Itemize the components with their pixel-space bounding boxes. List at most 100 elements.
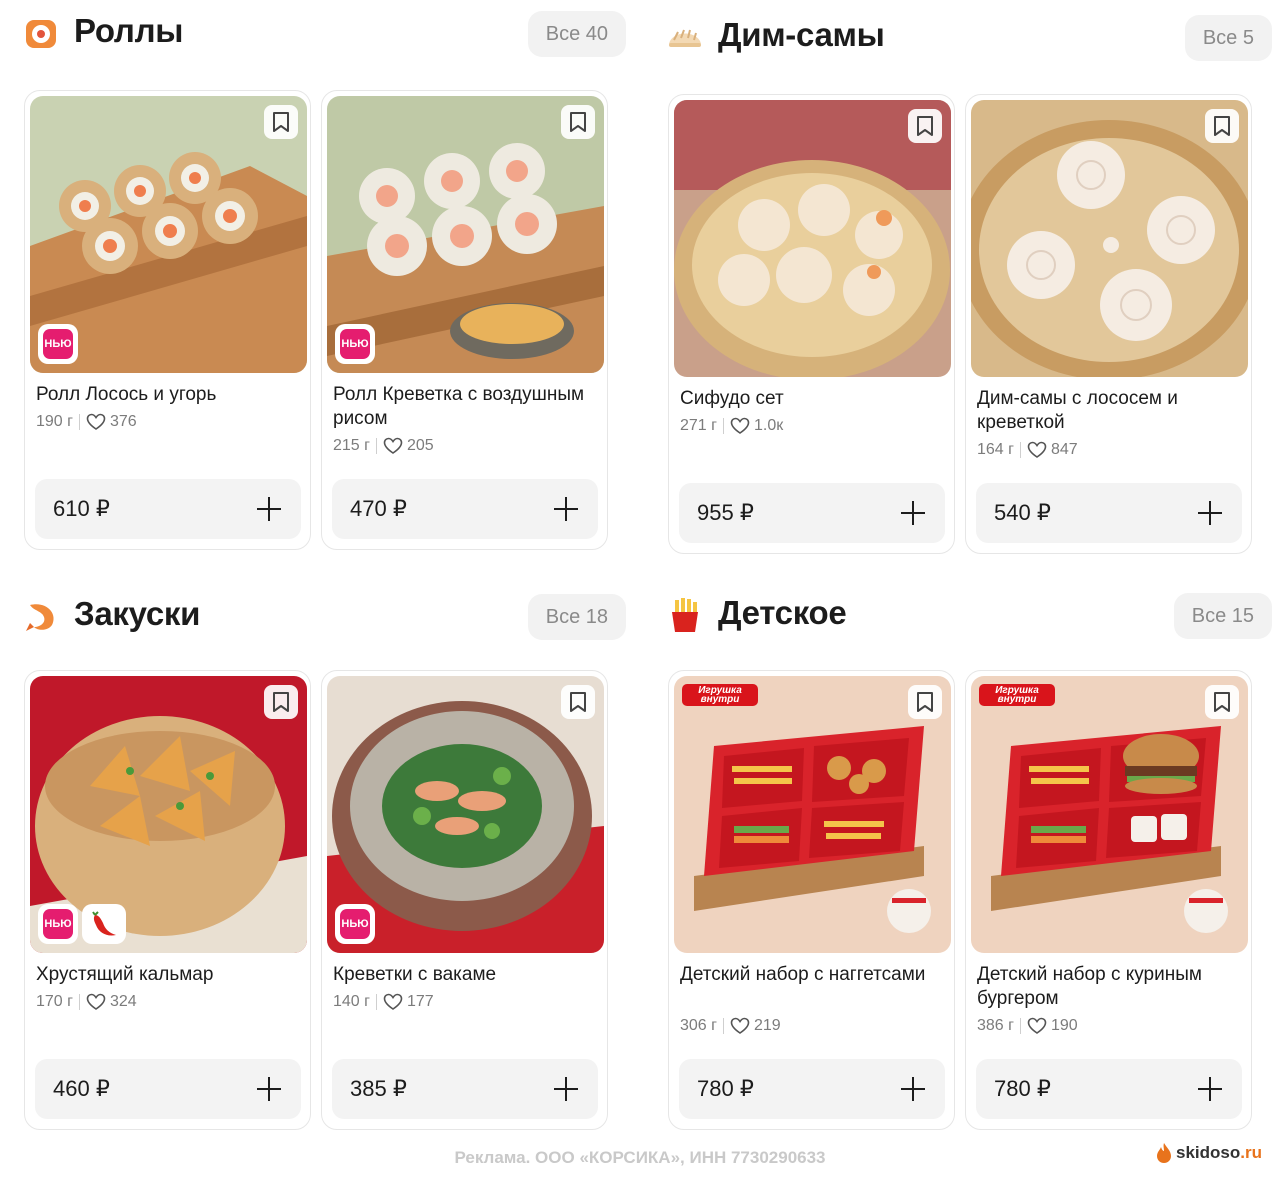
product-price: 610 ₽ [53,496,110,521]
product-likes: 324 [109,993,137,1010]
product-name: Креветки с вакаме [333,964,497,985]
product-likes: 1.0к [753,417,784,434]
dumpling-icon [669,29,701,47]
toy-inside-badge: Игрушка внутри [682,684,758,706]
watermark-main: skidoso [1176,1143,1241,1162]
bookmark-icon[interactable] [561,685,595,719]
product-likes: 190 [1050,1017,1078,1034]
heart-icon [383,437,403,454]
product-likes: 219 [753,1017,781,1034]
section-header: Детское Все 15 [666,586,1272,646]
add-to-cart-bar[interactable]: 780 ₽ [976,1059,1242,1119]
bookmark-icon[interactable] [1205,109,1239,143]
bookmark-icon[interactable] [264,105,298,139]
bookmark-icon[interactable] [1205,685,1239,719]
product-name: Детский набор с наггетсами [680,964,926,985]
product-weight: 271 г [680,417,717,434]
add-to-cart-bar[interactable]: 385 ₽ [332,1059,598,1119]
add-to-cart-bar[interactable]: 540 ₽ [976,483,1242,543]
product-meta: 271 г 1.0к [680,417,783,435]
plus-icon[interactable] [554,497,578,521]
new-badge: НЬЮ [335,324,375,364]
ad-disclaimer: Реклама. ООО «КОРСИКА», ИНН 7730290633 [454,1148,826,1167]
see-all-button[interactable]: Все 5 [1184,15,1272,61]
product-photo [674,100,951,377]
product-price: 780 ₽ [994,1076,1051,1101]
product-card[interactable]: Игрушка внутри Детский набор с наггетсам… [668,670,955,1130]
section-title: Дим-самы [718,16,885,53]
section-kids: Детское Все 15 Игрушка внутри Детский на… [666,586,1272,1130]
heart-icon [1027,1017,1047,1034]
section-title: Закуски [74,595,201,632]
section-snacks: Закуски Все 18 НЬЮ Хрустящий кальмар 170… [22,587,628,1130]
section-header: Дим-самы Все 5 [666,8,1272,68]
product-meta: 386 г 190 [977,1017,1078,1035]
product-name: Ролл Лосось и угорь [36,384,217,405]
product-card[interactable]: НЬЮ Ролл Лосось и угорь 190 г 376 610 ₽ [24,90,311,550]
product-weight: 140 г [333,993,370,1010]
product-photo: НЬЮ [30,676,307,953]
plus-icon[interactable] [554,1077,578,1101]
flame-icon [1157,1143,1172,1163]
product-name: Дим-самы с лососем и креветкой [977,388,1178,433]
add-to-cart-bar[interactable]: 610 ₽ [35,479,301,539]
product-weight: 306 г [680,1017,717,1034]
add-to-cart-bar[interactable]: 780 ₽ [679,1059,945,1119]
product-likes: 847 [1050,441,1078,458]
bookmark-icon[interactable] [908,109,942,143]
product-name: Сифудо сет [680,388,784,409]
shrimp-icon [26,604,54,631]
plus-icon[interactable] [901,1077,925,1101]
product-meta: 140 г 177 [333,993,434,1011]
add-to-cart-bar[interactable]: 955 ₽ [679,483,945,543]
product-photo [971,100,1248,377]
fries-icon [672,598,698,632]
product-likes: 376 [109,413,137,430]
plus-icon[interactable] [1198,1077,1222,1101]
see-all-button[interactable]: Все 15 [1173,593,1272,639]
product-price: 385 ₽ [350,1076,407,1101]
product-card[interactable]: НЬЮ Ролл Креветка с воздушным рисом 215 … [321,90,608,550]
plus-icon[interactable] [257,1077,281,1101]
see-all-button[interactable]: Все 18 [527,594,626,640]
section-dim-sums: Дим-самы Все 5 Сифудо сет 271 г 1.0к 955… [666,8,1272,554]
product-meta: 170 г 324 [36,993,137,1011]
bookmark-icon[interactable] [908,685,942,719]
product-name: Детский набор с куриным бургером [977,964,1202,1009]
product-price: 780 ₽ [697,1076,754,1101]
watermark: skidoso .ru [1155,1142,1262,1164]
product-card[interactable]: Дим-самы с лососем и креветкой 164 г 847… [965,94,1252,554]
product-price: 460 ₽ [53,1076,110,1101]
product-photo: НЬЮ [30,96,307,373]
new-badge: НЬЮ [38,904,78,944]
section-title: Детское [718,594,847,631]
product-card[interactable]: Игрушка внутри Детский набор с куриным б… [965,670,1252,1130]
bookmark-icon[interactable] [561,105,595,139]
heart-icon [730,417,750,434]
watermark-tld: .ru [1240,1143,1262,1162]
plus-icon[interactable] [1198,501,1222,525]
product-card[interactable]: НЬЮ Хрустящий кальмар 170 г 324 460 ₽ [24,670,311,1130]
product-card[interactable]: Сифудо сет 271 г 1.0к 955 ₽ [668,94,955,554]
product-likes: 177 [406,993,434,1010]
product-weight: 164 г [977,441,1014,458]
heart-icon [86,993,106,1010]
bookmark-icon[interactable] [264,685,298,719]
product-photo: НЬЮ [327,96,604,373]
product-price: 470 ₽ [350,496,407,521]
add-to-cart-bar[interactable]: 470 ₽ [332,479,598,539]
product-likes: 205 [406,437,434,454]
product-photo: НЬЮ [327,676,604,953]
add-to-cart-bar[interactable]: 460 ₽ [35,1059,301,1119]
product-photo: Игрушка внутри [971,676,1248,953]
product-price: 955 ₽ [697,500,754,525]
see-all-button[interactable]: Все 40 [527,11,626,57]
plus-icon[interactable] [901,501,925,525]
roll-icon [26,20,56,48]
product-card[interactable]: НЬЮ Креветки с вакаме 140 г 177 385 ₽ [321,670,608,1130]
chili-icon [82,904,126,944]
product-photo: Игрушка внутри [674,676,951,953]
product-weight: 170 г [36,993,73,1010]
plus-icon[interactable] [257,497,281,521]
section-header: Роллы Все 40 [22,4,628,64]
